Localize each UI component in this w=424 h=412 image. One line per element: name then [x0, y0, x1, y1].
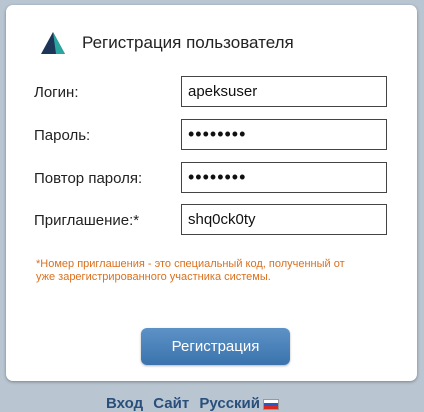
site-link[interactable]: Сайт — [153, 395, 189, 412]
password-label: Пароль: — [34, 127, 91, 144]
password-repeat-input[interactable] — [181, 162, 387, 193]
invite-label: Приглашение:* — [34, 212, 140, 229]
footer-links: Вход Сайт Русский — [106, 395, 285, 412]
registration-header: Регистрация пользователя — [40, 30, 294, 56]
language-label: Русский — [199, 395, 260, 412]
login-row: Логин: — [30, 76, 395, 108]
login-input[interactable] — [181, 76, 387, 107]
invite-row: Приглашение:* — [30, 204, 395, 236]
login-link[interactable]: Вход — [106, 395, 143, 412]
password-repeat-label: Повтор пароля: — [34, 170, 143, 187]
registration-card: Регистрация пользователя Логин: Пароль: … — [6, 5, 417, 381]
password-repeat-row: Повтор пароля: — [30, 162, 395, 194]
password-row: Пароль: — [30, 119, 395, 151]
apeks-logo-icon — [40, 31, 66, 55]
password-input[interactable] — [181, 119, 387, 150]
invite-note: *Номер приглашения - это специальный код… — [36, 258, 345, 283]
register-button[interactable]: Регистрация — [141, 328, 290, 365]
invite-input[interactable] — [181, 204, 387, 235]
login-label: Логин: — [34, 84, 79, 101]
language-link[interactable]: Русский — [199, 395, 279, 412]
page-title: Регистрация пользователя — [82, 33, 294, 52]
